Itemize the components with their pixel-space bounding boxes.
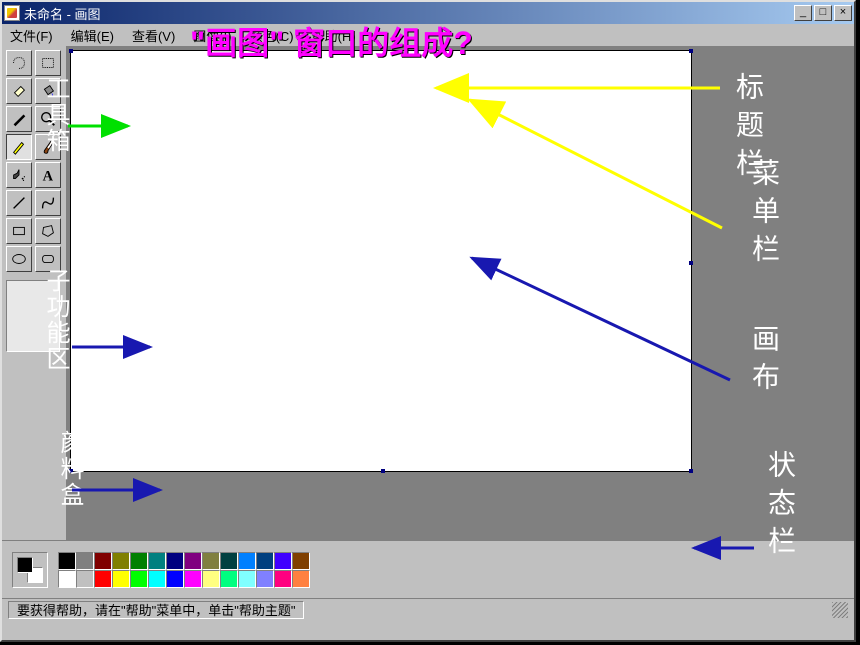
- tool-magnify[interactable]: [35, 106, 61, 132]
- menu-file[interactable]: 文件(F): [10, 26, 53, 45]
- color-swatch[interactable]: [166, 552, 184, 570]
- window-controls: _ □ ×: [794, 5, 852, 21]
- tool-free-select[interactable]: [6, 50, 32, 76]
- color-swatch[interactable]: [238, 552, 256, 570]
- tool-airbrush[interactable]: [6, 162, 32, 188]
- toolbox: A: [2, 46, 66, 540]
- resize-handle[interactable]: [689, 261, 693, 265]
- color-palette: [58, 552, 310, 588]
- canvas-wrap: [66, 46, 854, 540]
- resize-handle[interactable]: [689, 469, 693, 473]
- color-swatch[interactable]: [76, 552, 94, 570]
- app-icon: [4, 5, 20, 21]
- work-area: A: [2, 46, 854, 540]
- tool-fill[interactable]: [35, 78, 61, 104]
- color-box: [2, 540, 854, 598]
- title-bar: 未命名 - 画图 _ □ ×: [2, 2, 854, 24]
- color-swatch[interactable]: [58, 570, 76, 588]
- color-swatch[interactable]: [238, 570, 256, 588]
- tool-text[interactable]: A: [35, 162, 61, 188]
- color-swatch[interactable]: [202, 570, 220, 588]
- color-swatch[interactable]: [274, 570, 292, 588]
- color-swatch[interactable]: [220, 552, 238, 570]
- menu-color[interactable]: 颜色(C): [250, 26, 294, 45]
- resize-handle[interactable]: [69, 49, 73, 53]
- color-swatch[interactable]: [148, 570, 166, 588]
- tool-pencil[interactable]: [6, 134, 32, 160]
- color-swatch[interactable]: [256, 570, 274, 588]
- menu-edit[interactable]: 编辑(E): [71, 26, 114, 45]
- color-swatch[interactable]: [256, 552, 274, 570]
- color-swatch[interactable]: [112, 570, 130, 588]
- status-text: 要获得帮助，请在"帮助"菜单中，单击"帮助主题": [8, 601, 304, 619]
- tool-brush[interactable]: [35, 134, 61, 160]
- svg-text:A: A: [43, 168, 54, 184]
- color-swatch[interactable]: [220, 570, 238, 588]
- menu-view[interactable]: 查看(V): [132, 26, 175, 45]
- color-swatch[interactable]: [202, 552, 220, 570]
- drawing-canvas[interactable]: [70, 50, 692, 472]
- tool-polygon[interactable]: [35, 218, 61, 244]
- maximize-button[interactable]: □: [814, 5, 832, 21]
- menu-image[interactable]: 图像(I): [193, 26, 231, 45]
- color-swatch[interactable]: [292, 552, 310, 570]
- foreground-color[interactable]: [17, 557, 33, 573]
- color-swatch[interactable]: [274, 552, 292, 570]
- color-swatch[interactable]: [130, 570, 148, 588]
- color-swatch[interactable]: [130, 552, 148, 570]
- tool-sub-options[interactable]: [6, 280, 60, 352]
- tool-rounded-rect[interactable]: [35, 246, 61, 272]
- tool-select[interactable]: [35, 50, 61, 76]
- minimize-button[interactable]: _: [794, 5, 812, 21]
- tool-rectangle[interactable]: [6, 218, 32, 244]
- color-swatch[interactable]: [184, 570, 202, 588]
- current-colors[interactable]: [12, 552, 48, 588]
- color-swatch[interactable]: [184, 552, 202, 570]
- resize-handle[interactable]: [381, 469, 385, 473]
- close-button[interactable]: ×: [834, 5, 852, 21]
- color-swatch[interactable]: [76, 570, 94, 588]
- tool-ellipse[interactable]: [6, 246, 32, 272]
- status-bar: 要获得帮助，请在"帮助"菜单中，单击"帮助主题": [2, 598, 854, 620]
- window-title: 未命名 - 画图: [24, 4, 794, 23]
- menu-bar: 文件(F) 编辑(E) 查看(V) 图像(I) 颜色(C) 帮助(H): [2, 24, 854, 46]
- color-swatch[interactable]: [94, 570, 112, 588]
- color-swatch[interactable]: [94, 552, 112, 570]
- color-swatch[interactable]: [58, 552, 76, 570]
- resize-handle[interactable]: [689, 49, 693, 53]
- color-swatch[interactable]: [112, 552, 130, 570]
- tool-grid: A: [6, 50, 62, 272]
- resize-handle[interactable]: [69, 469, 73, 473]
- menu-help[interactable]: 帮助(H): [312, 26, 356, 45]
- tool-curve[interactable]: [35, 190, 61, 216]
- tool-eraser[interactable]: [6, 78, 32, 104]
- color-swatch[interactable]: [148, 552, 166, 570]
- paint-window: 未命名 - 画图 _ □ × 文件(F) 编辑(E) 查看(V) 图像(I) 颜…: [0, 0, 856, 642]
- color-swatch[interactable]: [166, 570, 184, 588]
- resize-grip[interactable]: [832, 602, 848, 618]
- tool-line[interactable]: [6, 190, 32, 216]
- tool-eyedropper[interactable]: [6, 106, 32, 132]
- color-swatch[interactable]: [292, 570, 310, 588]
